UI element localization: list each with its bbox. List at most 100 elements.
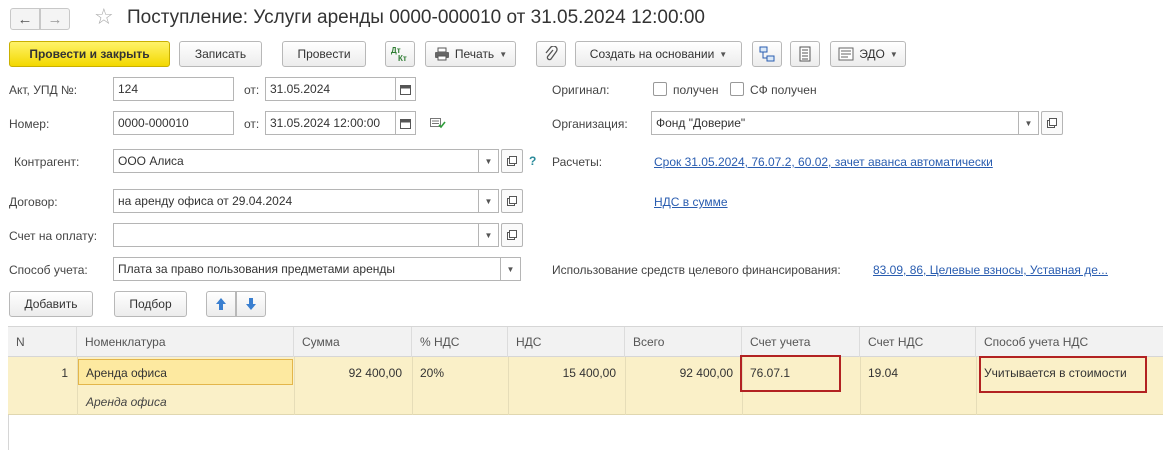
number-date-field[interactable]: 31.05.2024 12:00:00 [265, 111, 396, 135]
column-header-n[interactable]: N [8, 327, 77, 357]
save-button[interactable]: Записать [179, 41, 262, 67]
table-left-border [8, 415, 9, 450]
cell-vat-account: 19.04 [868, 366, 899, 380]
print-label: Печать [454, 47, 495, 61]
print-button[interactable]: Печать ▼ [425, 41, 516, 67]
dropdown-icon: ▼ [484, 156, 493, 166]
calendar-icon [400, 84, 411, 95]
cell-total: 92 400,00 [679, 366, 733, 380]
contract-dropdown-button[interactable]: ▼ [479, 189, 499, 213]
post-and-close-button[interactable]: Провести и закрыть [9, 41, 170, 67]
back-arrow-icon: ← [17, 10, 33, 28]
contract-field[interactable]: на аренду офиса от 29.04.2024 [113, 189, 479, 213]
document-ok-icon[interactable] [430, 117, 446, 132]
settlements-link[interactable]: Срок 31.05.2024, 76.07.2, 60.02, зачет а… [654, 155, 993, 169]
add-row-button[interactable]: Добавить [9, 291, 93, 317]
table-header: N Номенклатура Сумма % НДС НДС Всего Сче… [8, 326, 1163, 357]
organization-label: Организация: [552, 117, 628, 131]
dropdown-icon: ▼ [484, 230, 493, 240]
invoice-open-button[interactable] [501, 223, 523, 247]
forward-button[interactable]: → [40, 8, 70, 30]
column-header-account[interactable]: Счет учета [742, 327, 860, 357]
favorite-star-icon[interactable]: ☆ [94, 5, 114, 29]
chevron-down-icon: ▼ [499, 49, 508, 59]
accounting-method-field[interactable]: Плата за право пользования предметами ар… [113, 257, 501, 281]
counterparty-field[interactable]: ООО Алиса [113, 149, 479, 173]
create-based-on-label: Создать на основании [589, 47, 715, 61]
act-date-field[interactable]: 31.05.2024 [265, 77, 396, 101]
open-form-icon [507, 156, 517, 166]
act-date-label: от: [244, 83, 260, 97]
structure-icon [759, 46, 775, 62]
organization-dropdown-button[interactable]: ▼ [1019, 111, 1039, 135]
highlight-vat-method-box [979, 356, 1147, 393]
open-form-icon [507, 196, 517, 206]
counterparty-dropdown-button[interactable]: ▼ [479, 149, 499, 173]
move-up-button[interactable] [206, 291, 236, 317]
original-received-label: получен [673, 83, 719, 97]
original-label: Оригинал: [552, 83, 610, 97]
invoice-dropdown-button[interactable]: ▼ [479, 223, 499, 247]
number-date-calendar-button[interactable] [396, 111, 416, 135]
act-number-label: Акт, УПД №: [9, 83, 78, 97]
column-header-sum[interactable]: Сумма [294, 327, 412, 357]
column-header-vat-rate[interactable]: % НДС [412, 327, 508, 357]
structure-button[interactable] [752, 41, 782, 67]
dt-kt-button[interactable]: Дт Кт [385, 41, 415, 67]
sf-received-label: СФ получен [750, 83, 817, 97]
move-down-icon [246, 298, 256, 310]
attach-button[interactable] [536, 41, 566, 67]
svg-text:Кт: Кт [398, 54, 407, 63]
edo-button[interactable]: ЭДО ▼ [830, 41, 906, 67]
dropdown-icon: ▼ [1024, 118, 1033, 128]
document-list-icon [799, 46, 811, 62]
edo-label: ЭДО [859, 47, 885, 61]
move-up-icon [216, 298, 226, 310]
original-received-checkbox[interactable] [653, 82, 667, 96]
column-header-vat-account[interactable]: Счет НДС [860, 327, 976, 357]
column-header-total[interactable]: Всего [625, 327, 742, 357]
invoice-label: Счет на оплату: [9, 229, 98, 243]
back-button[interactable]: ← [10, 8, 40, 30]
chevron-down-icon: ▼ [719, 49, 728, 59]
forward-arrow-icon: → [47, 10, 63, 28]
cell-vat: 15 400,00 [562, 366, 616, 380]
invoice-field[interactable] [113, 223, 479, 247]
number-date-label: от: [244, 117, 260, 131]
create-based-on-button[interactable]: Создать на основании ▼ [575, 41, 742, 67]
calendar-icon [400, 118, 411, 129]
number-field[interactable]: 0000-000010 [113, 111, 234, 135]
counterparty-open-button[interactable] [501, 149, 523, 173]
target-funding-link[interactable]: 83.09, 86, Целевые взносы, Уставная де..… [873, 263, 1108, 277]
open-form-icon [507, 230, 517, 240]
dropdown-icon: ▼ [506, 264, 515, 274]
act-number-field[interactable]: 124 [113, 77, 234, 101]
pick-button[interactable]: Подбор [114, 291, 187, 317]
accounting-method-dropdown-button[interactable]: ▼ [501, 257, 521, 281]
organization-open-button[interactable] [1041, 111, 1063, 135]
printer-icon [434, 47, 449, 61]
cell-item-sub: Аренда офиса [86, 395, 167, 409]
settlements-label: Расчеты: [552, 155, 603, 169]
column-header-vat[interactable]: НДС [508, 327, 625, 357]
chevron-down-icon: ▼ [889, 49, 898, 59]
act-date-calendar-button[interactable] [396, 77, 416, 101]
target-funding-label: Использование средств целевого финансиро… [552, 263, 841, 277]
column-header-vat-method[interactable]: Способ учета НДС [976, 327, 1163, 357]
vat-in-sum-link[interactable]: НДС в сумме [654, 195, 728, 209]
number-label: Номер: [9, 117, 50, 131]
cell-item: Аренда офиса [86, 366, 167, 380]
sf-received-checkbox[interactable] [730, 82, 744, 96]
help-icon[interactable]: ? [529, 154, 536, 168]
dt-kt-icon: Дт Кт [391, 46, 407, 63]
column-header-item[interactable]: Номенклатура [77, 327, 294, 357]
page-title: Поступление: Услуги аренды 0000-000010 о… [127, 7, 705, 28]
post-button[interactable]: Провести [282, 41, 366, 67]
accounting-method-label: Способ учета: [9, 263, 88, 277]
cell-n: 1 [61, 366, 68, 380]
dropdown-icon: ▼ [484, 196, 493, 206]
document-list-button[interactable] [790, 41, 820, 67]
move-down-button[interactable] [236, 291, 266, 317]
contract-open-button[interactable] [501, 189, 523, 213]
organization-field[interactable]: Фонд "Доверие" [651, 111, 1019, 135]
